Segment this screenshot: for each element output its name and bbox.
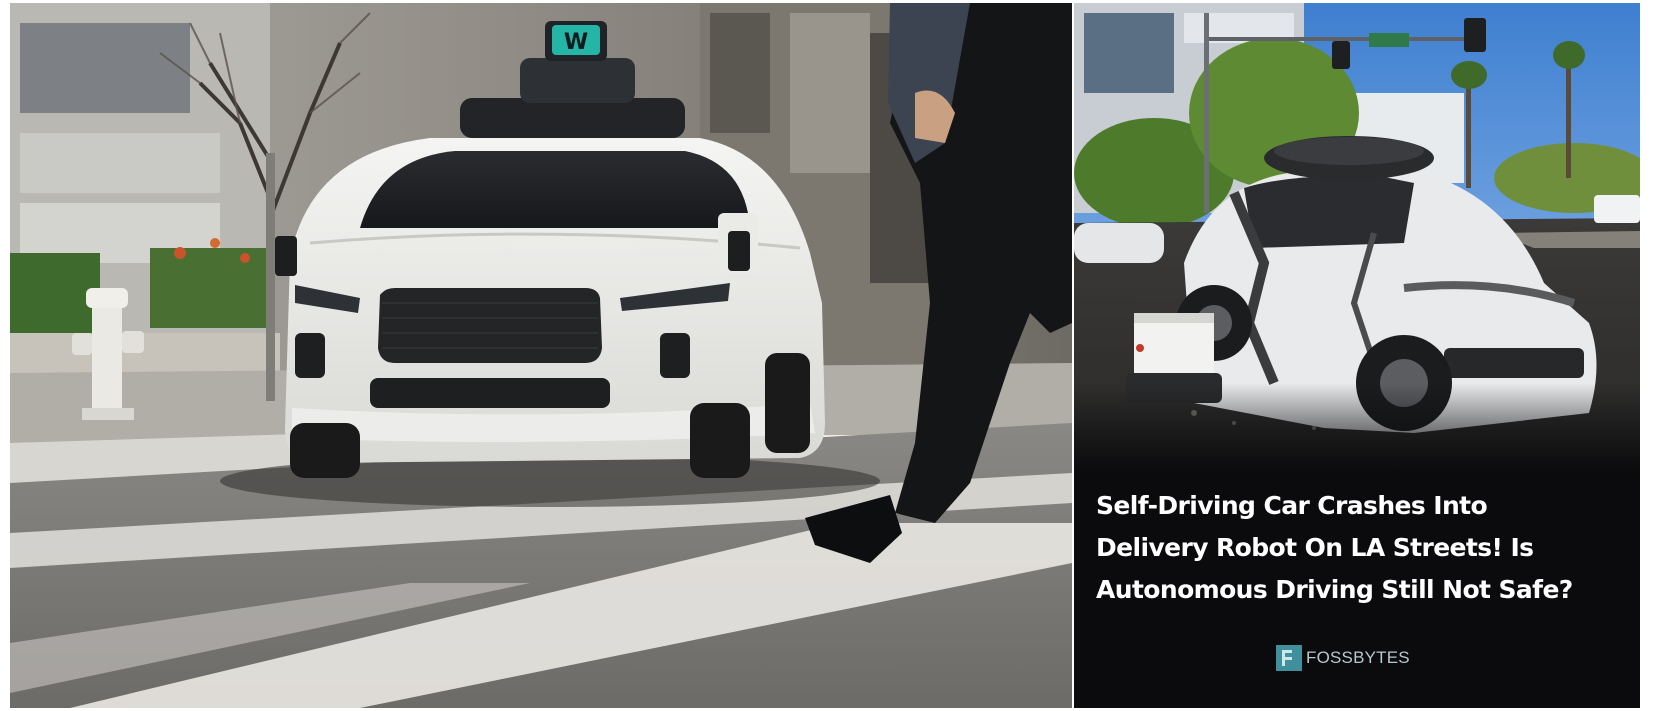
crash-scene-illustration (1074, 3, 1640, 473)
headline-line-3: Autonomous Driving Still Not Safe? (1096, 575, 1573, 604)
headline-line-1: Self-Driving Car Crashes Into (1096, 491, 1488, 520)
robotaxi-street-photo: W (10, 3, 1072, 708)
news-headline[interactable]: Self-Driving Car Crashes Into Delivery R… (1096, 485, 1636, 611)
roof-badge-letter: W (564, 30, 588, 55)
robotaxi-scene-illustration: W (10, 3, 1072, 708)
news-thumbnail-card[interactable]: Self-Driving Car Crashes Into Delivery R… (1074, 3, 1640, 708)
publisher-brand: FOSSBYTES (1276, 644, 1410, 672)
headline-line-2: Delivery Robot On LA Streets! Is (1096, 533, 1534, 562)
publisher-name: FOSSBYTES (1306, 648, 1410, 667)
fossbytes-logo-icon (1276, 645, 1302, 671)
